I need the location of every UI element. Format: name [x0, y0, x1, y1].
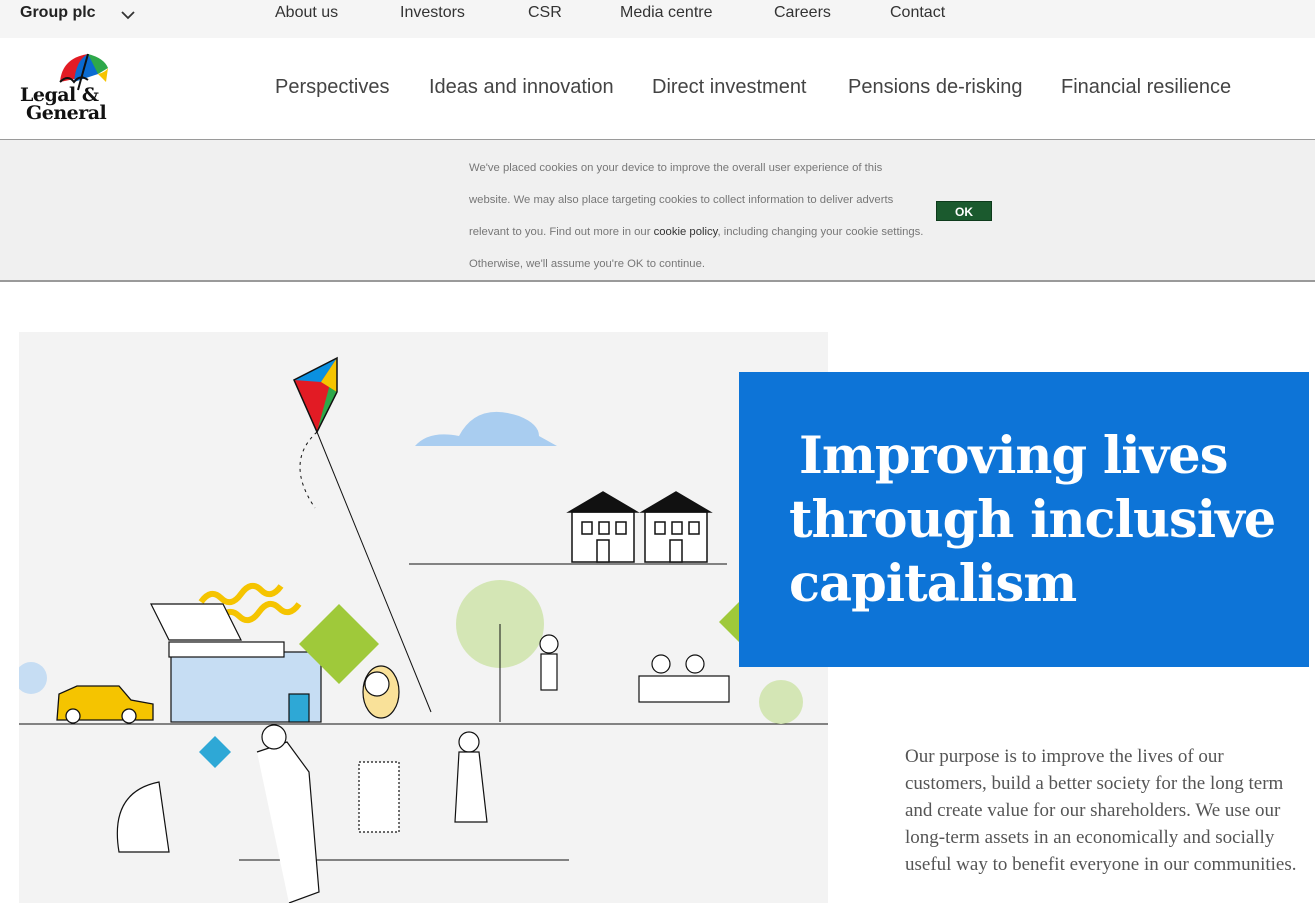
- nav-ideas-and-innovation[interactable]: Ideas and innovation: [429, 76, 614, 99]
- group-selector-label: Group plc: [20, 4, 96, 21]
- houses-icon: [566, 491, 713, 563]
- cookie-banner: We've placed cookies on your device to i…: [0, 140, 1315, 282]
- nav-direct-investment[interactable]: Direct investment: [652, 76, 807, 99]
- top-utility-bar: Group plc About us Investors CSR Media c…: [0, 0, 1315, 38]
- top-link-csr[interactable]: CSR: [528, 4, 562, 22]
- top-link-media-centre[interactable]: Media centre: [620, 4, 713, 22]
- car-icon: [56, 685, 154, 724]
- main-navigation: Legal & General Perspectives Ideas and i…: [0, 38, 1315, 140]
- hero-title: Improving lives through inclusive capita…: [789, 424, 1289, 616]
- chevron-down-icon: [121, 11, 135, 20]
- legal-and-general-logo[interactable]: Legal & General: [18, 52, 112, 124]
- hero-headline-box: Improving lives through inclusive capita…: [739, 372, 1309, 667]
- top-link-contact[interactable]: Contact: [890, 4, 945, 22]
- hero-title-line-1: Improving lives: [799, 426, 1228, 486]
- nav-financial-resilience[interactable]: Financial resilience: [1061, 76, 1231, 99]
- hero-title-line-2: through inclusive: [789, 490, 1276, 550]
- nav-perspectives[interactable]: Perspectives: [275, 76, 390, 99]
- top-link-careers[interactable]: Careers: [774, 4, 831, 22]
- community-illustration: [19, 356, 828, 903]
- cookie-policy-link[interactable]: cookie policy: [654, 226, 718, 238]
- cookie-message: We've placed cookies on your device to i…: [469, 152, 924, 280]
- purpose-statement: Our purpose is to improve the lives of o…: [905, 746, 1297, 875]
- logo-text-line2: General: [26, 102, 107, 124]
- group-selector[interactable]: Group plc: [20, 4, 135, 22]
- top-link-investors[interactable]: Investors: [400, 4, 465, 22]
- hero-title-line-3: capitalism: [789, 554, 1077, 614]
- cookie-ok-button[interactable]: OK: [936, 201, 992, 221]
- nav-pensions-de-risking[interactable]: Pensions de-risking: [848, 76, 1023, 99]
- hero-illustration: [19, 332, 828, 903]
- top-link-about-us[interactable]: About us: [275, 4, 338, 22]
